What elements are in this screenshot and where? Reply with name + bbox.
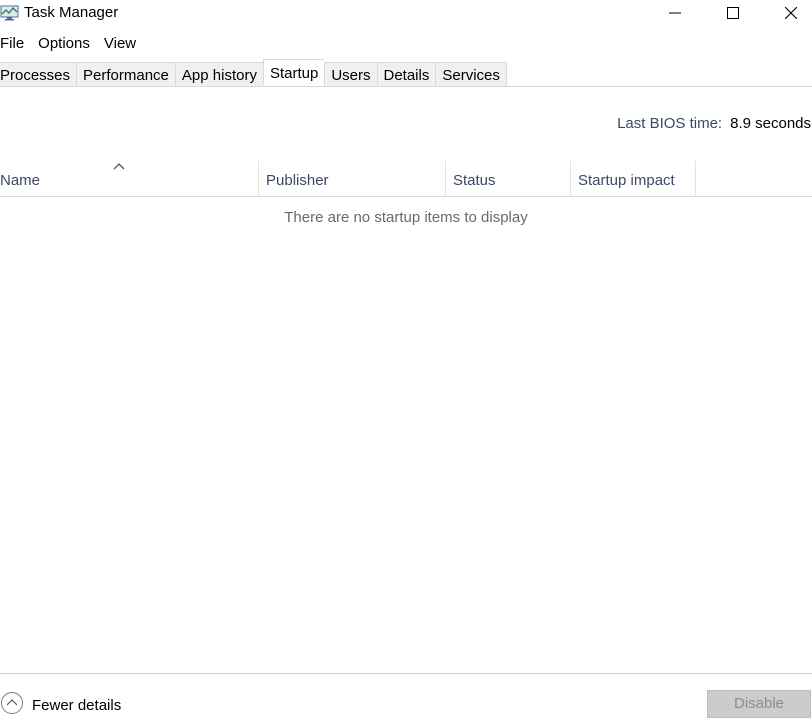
maximize-icon <box>727 7 739 19</box>
tab-processes[interactable]: Processes <box>0 62 77 87</box>
menu-view[interactable]: View <box>97 33 143 55</box>
fewer-details-button[interactable]: Fewer details <box>0 691 122 720</box>
close-button[interactable] <box>768 0 812 26</box>
last-bios-time: Last BIOS time: 8.9 seconds <box>617 115 811 132</box>
close-icon <box>785 7 797 19</box>
column-divider[interactable] <box>695 161 696 196</box>
window-title: Task Manager <box>24 4 119 21</box>
column-header-startup-impact[interactable]: Startup impact <box>578 172 675 189</box>
task-manager-window: Task Manager File Options View Processes… <box>0 0 812 728</box>
bios-label: Last BIOS time: <box>617 115 723 132</box>
tab-startup[interactable]: Startup <box>262 59 325 86</box>
tab-details[interactable]: Details <box>376 62 436 87</box>
title-bar[interactable]: Task Manager <box>0 0 812 26</box>
footer-divider <box>0 673 812 674</box>
bios-value: 8.9 seconds <box>730 115 811 132</box>
maximize-button[interactable] <box>710 0 756 26</box>
column-divider[interactable] <box>445 161 446 196</box>
menu-file[interactable]: File <box>0 33 31 55</box>
disable-button[interactable]: Disable <box>707 690 811 718</box>
tab-users[interactable]: Users <box>324 62 377 87</box>
menu-options[interactable]: Options <box>31 33 97 55</box>
column-divider[interactable] <box>258 161 259 196</box>
minimize-icon <box>669 12 681 14</box>
tab-performance[interactable]: Performance <box>76 62 175 87</box>
tab-strip: Processes Performance App history Startu… <box>0 59 507 87</box>
column-header-status[interactable]: Status <box>453 172 496 189</box>
fewer-details-label: Fewer details <box>32 696 122 714</box>
minimize-button[interactable] <box>652 0 698 26</box>
table-header-divider <box>0 196 812 197</box>
tab-services[interactable]: Services <box>435 62 507 87</box>
column-header-name[interactable]: Name <box>0 172 40 189</box>
column-divider[interactable] <box>570 161 571 196</box>
sort-ascending-icon <box>112 158 126 170</box>
empty-list-message: There are no startup items to display <box>284 209 528 226</box>
menu-bar: File Options View <box>0 33 143 55</box>
tab-app-history[interactable]: App history <box>174 62 263 87</box>
column-header-publisher[interactable]: Publisher <box>266 172 329 189</box>
task-manager-app-icon <box>0 4 20 22</box>
chevron-up-circle-icon <box>0 691 24 720</box>
